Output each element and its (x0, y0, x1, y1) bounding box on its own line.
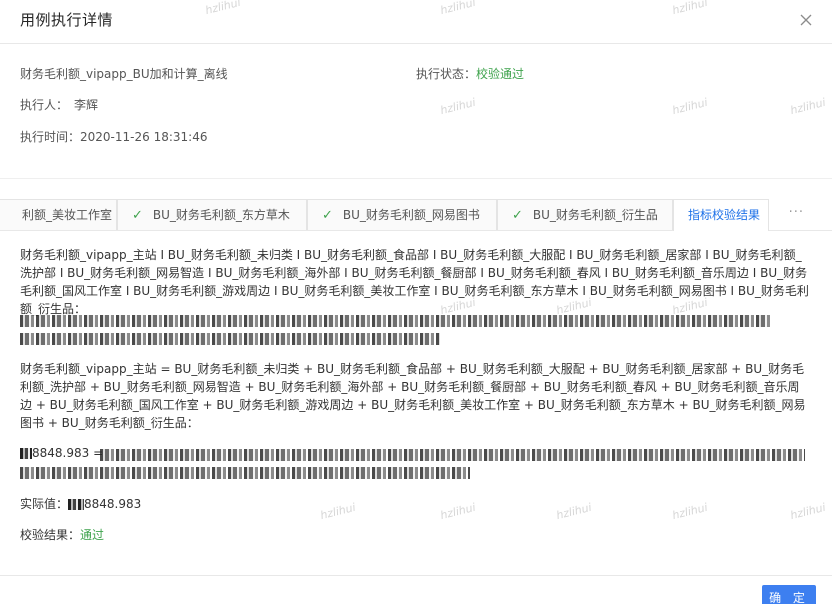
time-label: 执行时间： (20, 130, 81, 144)
actual-label: 实际值： (20, 497, 69, 511)
executor-value: 李辉 (74, 98, 99, 112)
watermark: hzlihui (670, 500, 709, 523)
tab-label: 指标校验结果 (688, 208, 761, 222)
tab-meizhuang[interactable]: 利额_美妆工作室 (0, 199, 117, 230)
actual-value: 8848.983 (84, 497, 142, 511)
watermark: hzlihui (670, 95, 709, 118)
redacted-values (20, 333, 440, 345)
redacted-value (20, 448, 32, 459)
watermark: hzlihui (788, 95, 827, 118)
actual-value-line: 实际值： 8848.983 (20, 495, 141, 512)
check-icon: ✓ (512, 208, 523, 223)
watermark: hzlihui (554, 500, 593, 523)
case-name-value: 财务毛利额_vipapp_BU加和计算_离线 (20, 67, 228, 81)
formula-expression: 财务毛利额_vipapp_主站 = BU_财务毛利额_未归类 + BU_财务毛利… (20, 362, 806, 430)
executor: 执行人： 李辉 (20, 96, 98, 113)
watermark: hzlihui (318, 500, 357, 523)
close-icon (796, 14, 816, 34)
tab-label: BU_财务毛利额_衍生品 (532, 208, 658, 222)
tab-bar: 利额_美妆工作室 ✓ BU_财务毛利额_东方草木 ✓ BU_财务毛利额_网易图书 ✓… (0, 199, 832, 231)
watermark: hzlihui (438, 95, 477, 118)
tab-wangyitushu[interactable]: ✓ BU_财务毛利额_网易图书 (307, 199, 497, 230)
status-value: 校验通过 (476, 67, 525, 81)
executor-label: 执行人： (20, 98, 69, 112)
watermark: hzlihui (788, 500, 827, 523)
footer-divider (0, 575, 832, 576)
confirm-button[interactable]: 确 定 (762, 585, 816, 604)
watermark: hzlihui (438, 500, 477, 523)
tab-label: BU_财务毛利额_东方草木 (152, 208, 290, 222)
sum-value: 8848.983 = (32, 446, 104, 460)
formula-text: 财务毛利额_vipapp_主站 I BU_财务毛利额_未归类 I BU_财务毛利… (20, 248, 809, 316)
execution-detail-modal: hzlihui hzlihui hzlihui hzlihui hzlihui … (0, 0, 832, 604)
redacted-value (68, 499, 85, 510)
tab-dongfangcaomu[interactable]: ✓ BU_财务毛利额_东方草木 (117, 199, 307, 230)
status-label: 执行状态： (416, 67, 477, 81)
close-button[interactable] (796, 10, 816, 30)
execution-time: 执行时间：2020-11-26 18:31:46 (20, 128, 207, 145)
tab-label: BU_财务毛利额_网易图书 (342, 208, 480, 222)
modal-header: 用例执行详情 (0, 0, 832, 44)
check-icon: ✓ (132, 208, 143, 223)
tab-verify-result[interactable]: 指标校验结果 (673, 199, 769, 231)
time-value: 2020-11-26 18:31:46 (80, 130, 208, 144)
divider (0, 178, 832, 179)
more-tabs-icon[interactable]: ··· (789, 205, 804, 220)
sum-line: 8848.983 = (20, 446, 103, 460)
redacted-values (20, 467, 470, 479)
redacted-values (100, 449, 805, 461)
case-name: 财务毛利额_vipapp_BU加和计算_离线 (20, 65, 228, 82)
execution-status: 执行状态：校验通过 (416, 65, 524, 82)
tab-label: 利额_美妆工作室 (22, 208, 113, 222)
verify-label: 校验结果： (20, 528, 81, 542)
modal-title: 用例执行详情 (20, 11, 114, 29)
verify-value: 通过 (80, 528, 105, 542)
verify-result-line: 校验结果：通过 (20, 526, 104, 543)
tab-yanshengpin[interactable]: ✓ BU_财务毛利额_衍生品 (497, 199, 673, 230)
redacted-values (20, 315, 770, 327)
check-icon: ✓ (322, 208, 333, 223)
